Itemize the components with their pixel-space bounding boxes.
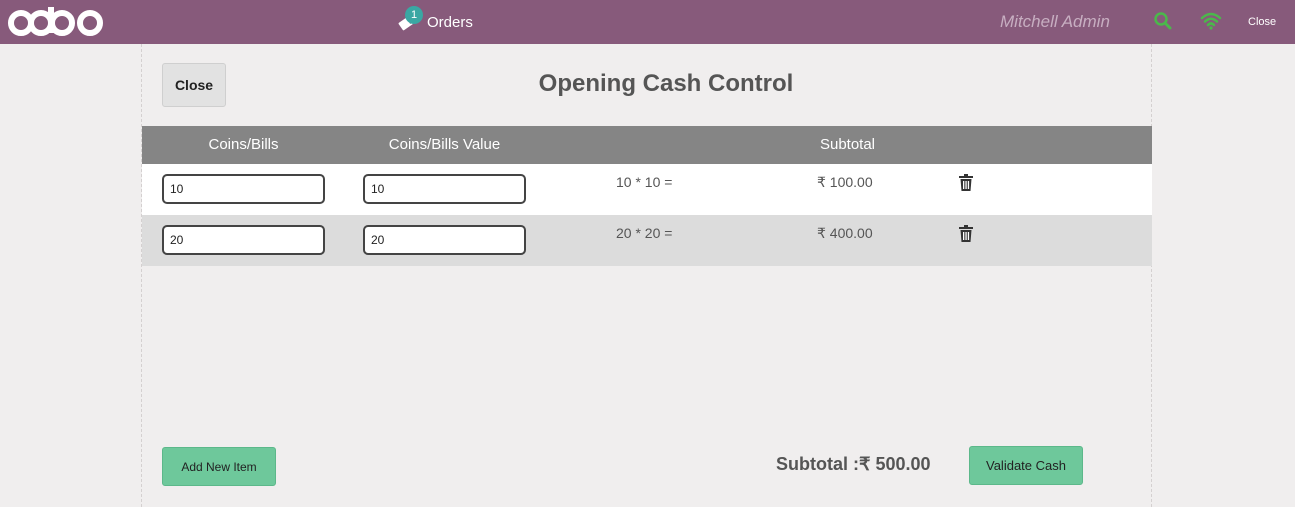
- trash-icon[interactable]: [959, 174, 973, 196]
- row-expression: 10 * 10 =: [616, 174, 673, 190]
- table-header: Coins/Bills Coins/Bills Value Subtotal: [142, 126, 1152, 164]
- table-row: 10 * 10 = ₹ 100.00: [142, 164, 1152, 215]
- orders-count-badge: 1: [405, 6, 423, 24]
- coins-input[interactable]: [162, 225, 325, 255]
- table-row: 20 * 20 = ₹ 400.00: [142, 215, 1152, 266]
- close-button[interactable]: Close: [162, 63, 226, 107]
- validate-cash-button[interactable]: Validate Cash: [969, 446, 1083, 485]
- add-new-item-button[interactable]: Add New Item: [162, 447, 276, 486]
- coin-value-input[interactable]: [363, 225, 526, 255]
- popup-title: Opening Cash Control: [538, 70, 794, 97]
- odoo-logo: [7, 2, 117, 42]
- wifi-icon: [1200, 11, 1222, 36]
- trash-icon[interactable]: [959, 225, 973, 247]
- search-icon[interactable]: [1153, 11, 1173, 36]
- top-bar: 1 Orders Mitchell Admin Close: [0, 0, 1295, 44]
- coins-input[interactable]: [162, 174, 325, 204]
- user-name[interactable]: Mitchell Admin: [1000, 0, 1110, 44]
- opening-cash-control-popup: Opening Cash Control Close Coins/Bills C…: [141, 44, 1152, 507]
- row-subtotal: ₹ 400.00: [817, 225, 873, 241]
- column-header-value: Coins/Bills Value: [388, 136, 501, 153]
- orders-button[interactable]: 1 Orders: [397, 0, 473, 44]
- column-header-subtotal: Subtotal: [819, 136, 876, 153]
- coin-value-input[interactable]: [363, 174, 526, 204]
- close-session-button[interactable]: Close: [1248, 0, 1276, 44]
- row-expression: 20 * 20 =: [616, 225, 673, 241]
- ticket-icon: 1: [397, 6, 423, 32]
- total-subtotal: Subtotal :₹ 500.00: [776, 454, 931, 474]
- orders-label: Orders: [427, 13, 473, 31]
- column-header-coins: Coins/Bills: [208, 136, 279, 153]
- row-subtotal: ₹ 100.00: [817, 174, 873, 190]
